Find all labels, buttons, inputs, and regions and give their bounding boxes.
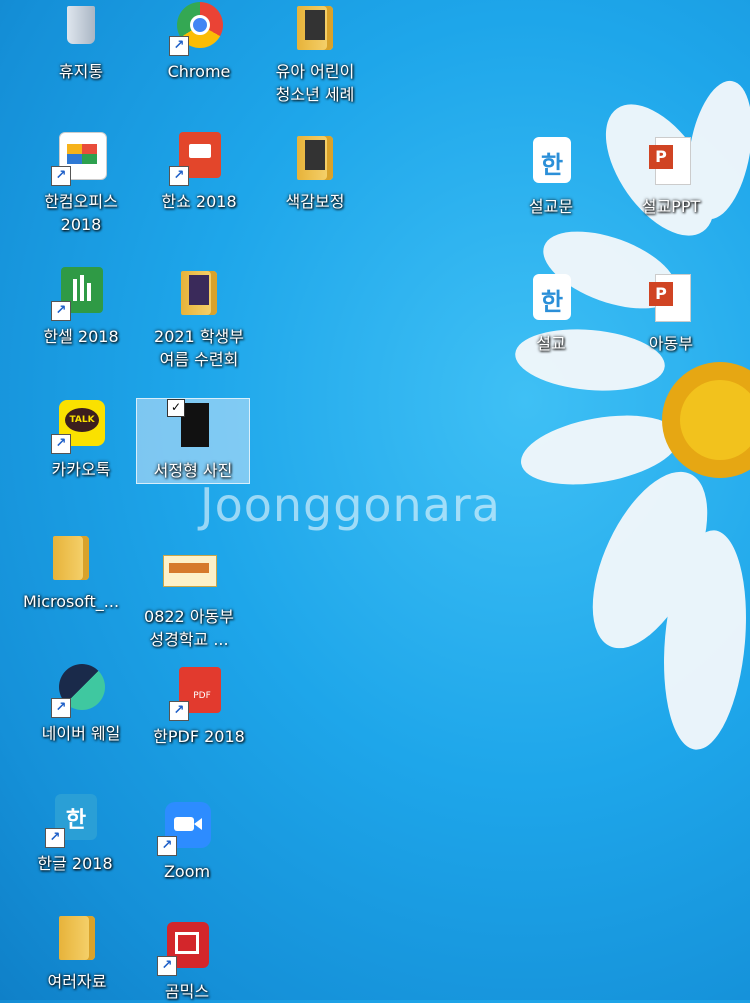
shortcut-arrow-icon: ↗ <box>51 301 71 321</box>
gommix-shortcut[interactable]: ↗ 곰믹스 <box>128 920 246 1003</box>
hangul-shortcut[interactable]: 한 ↗ 한글 2018 <box>16 792 134 875</box>
hanpdf-icon: PDF ↗ <box>169 665 225 721</box>
kakaotalk-icon: TALK ↗ <box>51 398 107 454</box>
hancom-office-shortcut[interactable]: ↗ 한컴오피스 2018 <box>22 130 140 236</box>
file-sermon[interactable]: 한 설교 <box>492 272 610 355</box>
file-sermon-text[interactable]: 한 설교문 <box>492 135 610 218</box>
file-photo-selected[interactable]: ✓ 서정형 사진 <box>136 398 250 484</box>
shortcut-arrow-icon: ↗ <box>51 434 71 454</box>
folder-microsoft[interactable]: Microsoft_... <box>12 530 130 613</box>
naver-whale-icon: ↗ <box>51 662 107 718</box>
folder-icon <box>173 265 225 317</box>
shortcut-arrow-icon: ↗ <box>51 166 71 186</box>
hanshow-shortcut[interactable]: ↗ 한쇼 2018 <box>140 130 258 213</box>
watermark-text: Joonggonara <box>200 478 501 532</box>
naver-whale-shortcut[interactable]: ↗ 네이버 웨일 <box>22 662 140 745</box>
zoom-shortcut[interactable]: ↗ Zoom <box>128 800 246 883</box>
hwp-document-icon: 한 <box>525 272 577 324</box>
folder-color-correction[interactable]: 색감보정 <box>256 130 374 213</box>
shortcut-arrow-icon: ↗ <box>157 836 177 856</box>
folder-summer-retreat[interactable]: 2021 학생부 여름 수련회 <box>140 265 258 371</box>
folder-various-materials[interactable]: 여러자료 <box>18 910 136 993</box>
image-file-icon: ✓ <box>167 399 219 451</box>
powerpoint-file-icon: P <box>645 272 697 324</box>
hwp-document-icon: 한 <box>525 135 577 187</box>
folder-icon <box>289 130 341 182</box>
gommix-icon: ↗ <box>157 920 213 976</box>
shortcut-arrow-icon: ↗ <box>169 36 189 56</box>
shortcut-arrow-icon: ↗ <box>51 698 71 718</box>
checkbox-checked-icon[interactable]: ✓ <box>167 399 185 417</box>
kakaotalk-shortcut[interactable]: TALK ↗ 카카오톡 <box>22 398 140 481</box>
hancell-icon: ↗ <box>51 265 107 321</box>
file-sermon-ppt[interactable]: P 설교PPT <box>612 135 730 218</box>
hanpdf-shortcut[interactable]: PDF ↗ 한PDF 2018 <box>140 665 258 748</box>
powerpoint-file-icon: P <box>645 135 697 187</box>
hanshow-icon: ↗ <box>169 130 225 186</box>
shortcut-arrow-icon: ↗ <box>157 956 177 976</box>
folder-icon <box>51 910 103 962</box>
zoom-icon: ↗ <box>157 800 213 856</box>
file-childrens-dept[interactable]: P 아동부 <box>612 272 730 355</box>
trash-can-icon <box>55 0 107 52</box>
hancell-shortcut[interactable]: ↗ 한셀 2018 <box>22 265 140 348</box>
chrome-shortcut-icon[interactable]: ↗ Chrome <box>140 0 258 83</box>
image-thumbnail-icon <box>163 545 217 597</box>
folder-icon <box>289 0 341 52</box>
shortcut-arrow-icon: ↗ <box>45 828 65 848</box>
chrome-icon: ↗ <box>169 0 225 56</box>
folder-icon <box>45 530 97 582</box>
shortcut-arrow-icon: ↗ <box>169 701 189 721</box>
file-bible-school[interactable]: 0822 아동부 성경학교 ... <box>130 545 248 651</box>
hancom-office-icon: ↗ <box>51 130 107 186</box>
hangul-icon: 한 ↗ <box>45 792 101 848</box>
shortcut-arrow-icon: ↗ <box>169 166 189 186</box>
folder-youth-baptism[interactable]: 유아 어린이 청소년 세례 <box>256 0 374 106</box>
recycle-bin-icon[interactable]: 휴지통 <box>22 0 140 83</box>
